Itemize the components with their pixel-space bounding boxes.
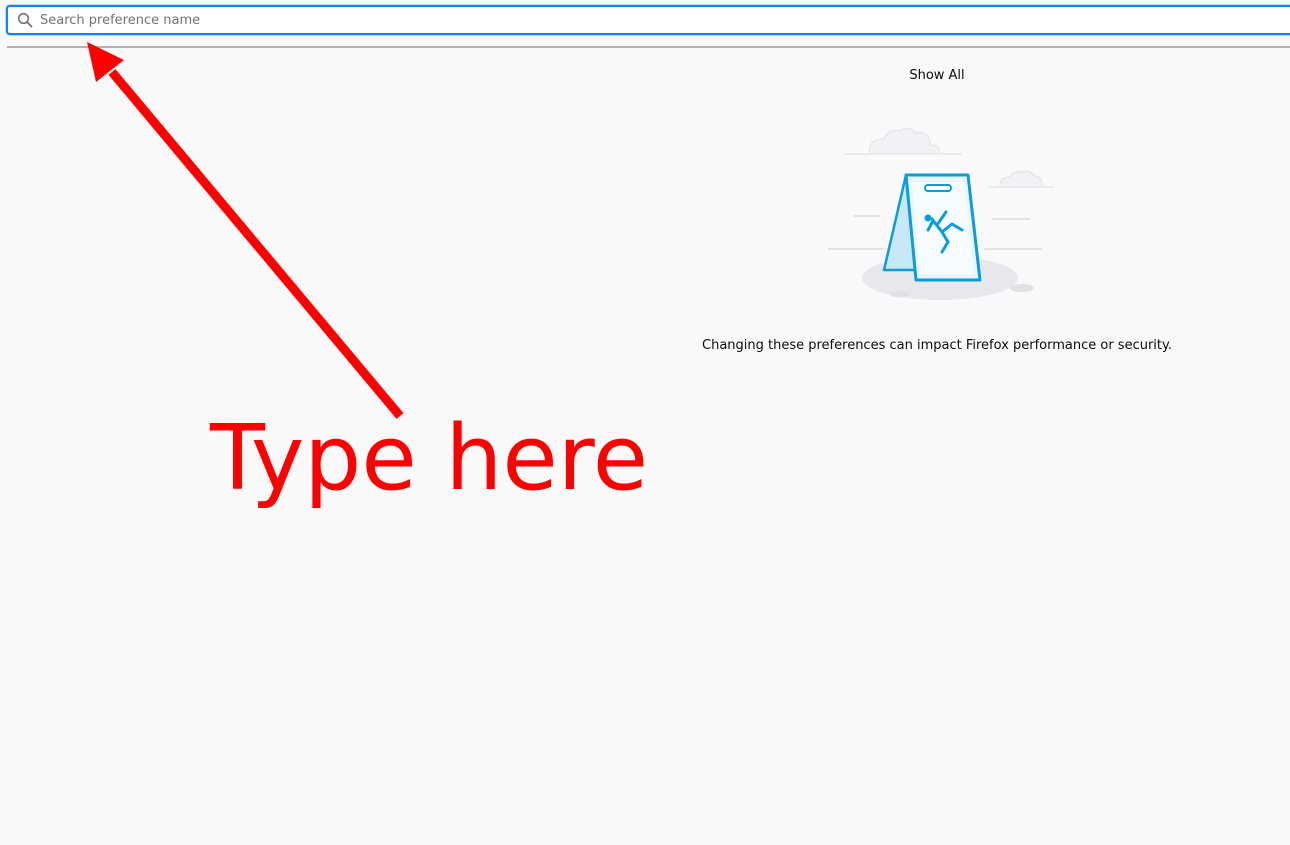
caution-sign-illustration xyxy=(828,127,1054,300)
show-all-button[interactable]: Show All xyxy=(886,64,988,88)
type-here-annotation: Type here xyxy=(210,406,649,511)
warning-text: Changing these preferences can impact Fi… xyxy=(702,338,1172,353)
about-config-page: Show All Changing these preferences can … xyxy=(0,0,1290,845)
search-input[interactable] xyxy=(40,8,1290,32)
search-icon xyxy=(17,12,33,28)
search-box[interactable] xyxy=(6,5,1290,35)
header-divider xyxy=(7,46,1290,48)
